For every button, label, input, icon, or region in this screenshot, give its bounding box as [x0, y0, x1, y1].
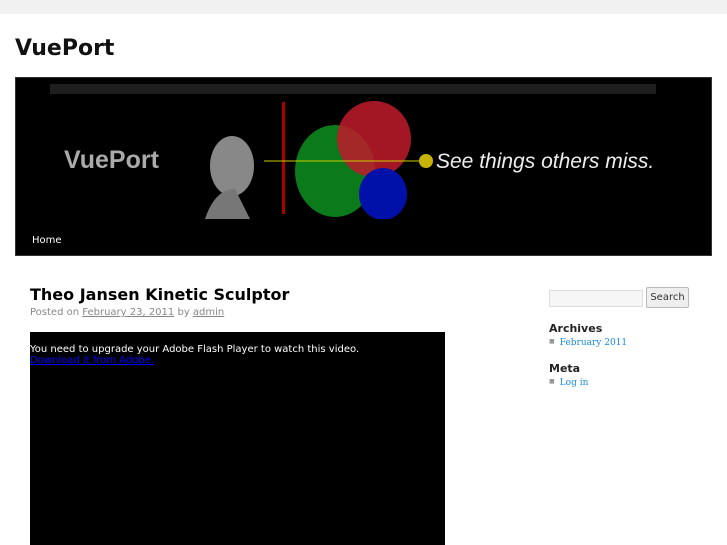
archives-title: Archives	[549, 322, 603, 335]
meta-title: Meta	[549, 362, 581, 375]
flash-message: You need to upgrade your Adobe Flash Pla…	[30, 344, 360, 355]
search-input[interactable]	[549, 290, 643, 307]
post-meta: Posted on February 23, 2011 by admin	[30, 307, 224, 318]
blue-circle	[359, 168, 407, 219]
post-title[interactable]: Theo Jansen Kinetic Sculptor	[30, 285, 289, 304]
banner-tagline: See things others miss.	[436, 150, 655, 173]
red-line	[282, 102, 285, 214]
top-strip	[0, 0, 727, 14]
banner-graphic	[205, 101, 433, 219]
posted-on-label: Posted on	[30, 307, 80, 318]
head-silhouette	[210, 136, 254, 196]
site-title[interactable]: VuePort	[15, 36, 114, 61]
red-circle	[337, 101, 411, 177]
flash-video-player[interactable]: You need to upgrade your Adobe Flash Pla…	[30, 332, 445, 545]
yellow-dot	[419, 154, 433, 168]
archive-link[interactable]: February 2011	[549, 338, 627, 348]
header-banner: VuePort See things others miss. Home	[15, 77, 712, 256]
search-button[interactable]: Search	[646, 287, 689, 308]
banner-logo: VuePort	[64, 146, 159, 174]
by-label: by	[177, 307, 190, 318]
flash-download-link[interactable]: Download it from Adobe.	[30, 355, 445, 366]
author-link[interactable]: admin	[193, 307, 224, 318]
login-link[interactable]: Log in	[549, 378, 589, 388]
post-date-link[interactable]: February 23, 2011	[82, 307, 174, 318]
nav-home[interactable]: Home	[32, 235, 62, 246]
banner-image: VuePort See things others miss.	[50, 84, 656, 219]
banner-bar	[50, 84, 656, 94]
shoulder	[205, 189, 250, 219]
